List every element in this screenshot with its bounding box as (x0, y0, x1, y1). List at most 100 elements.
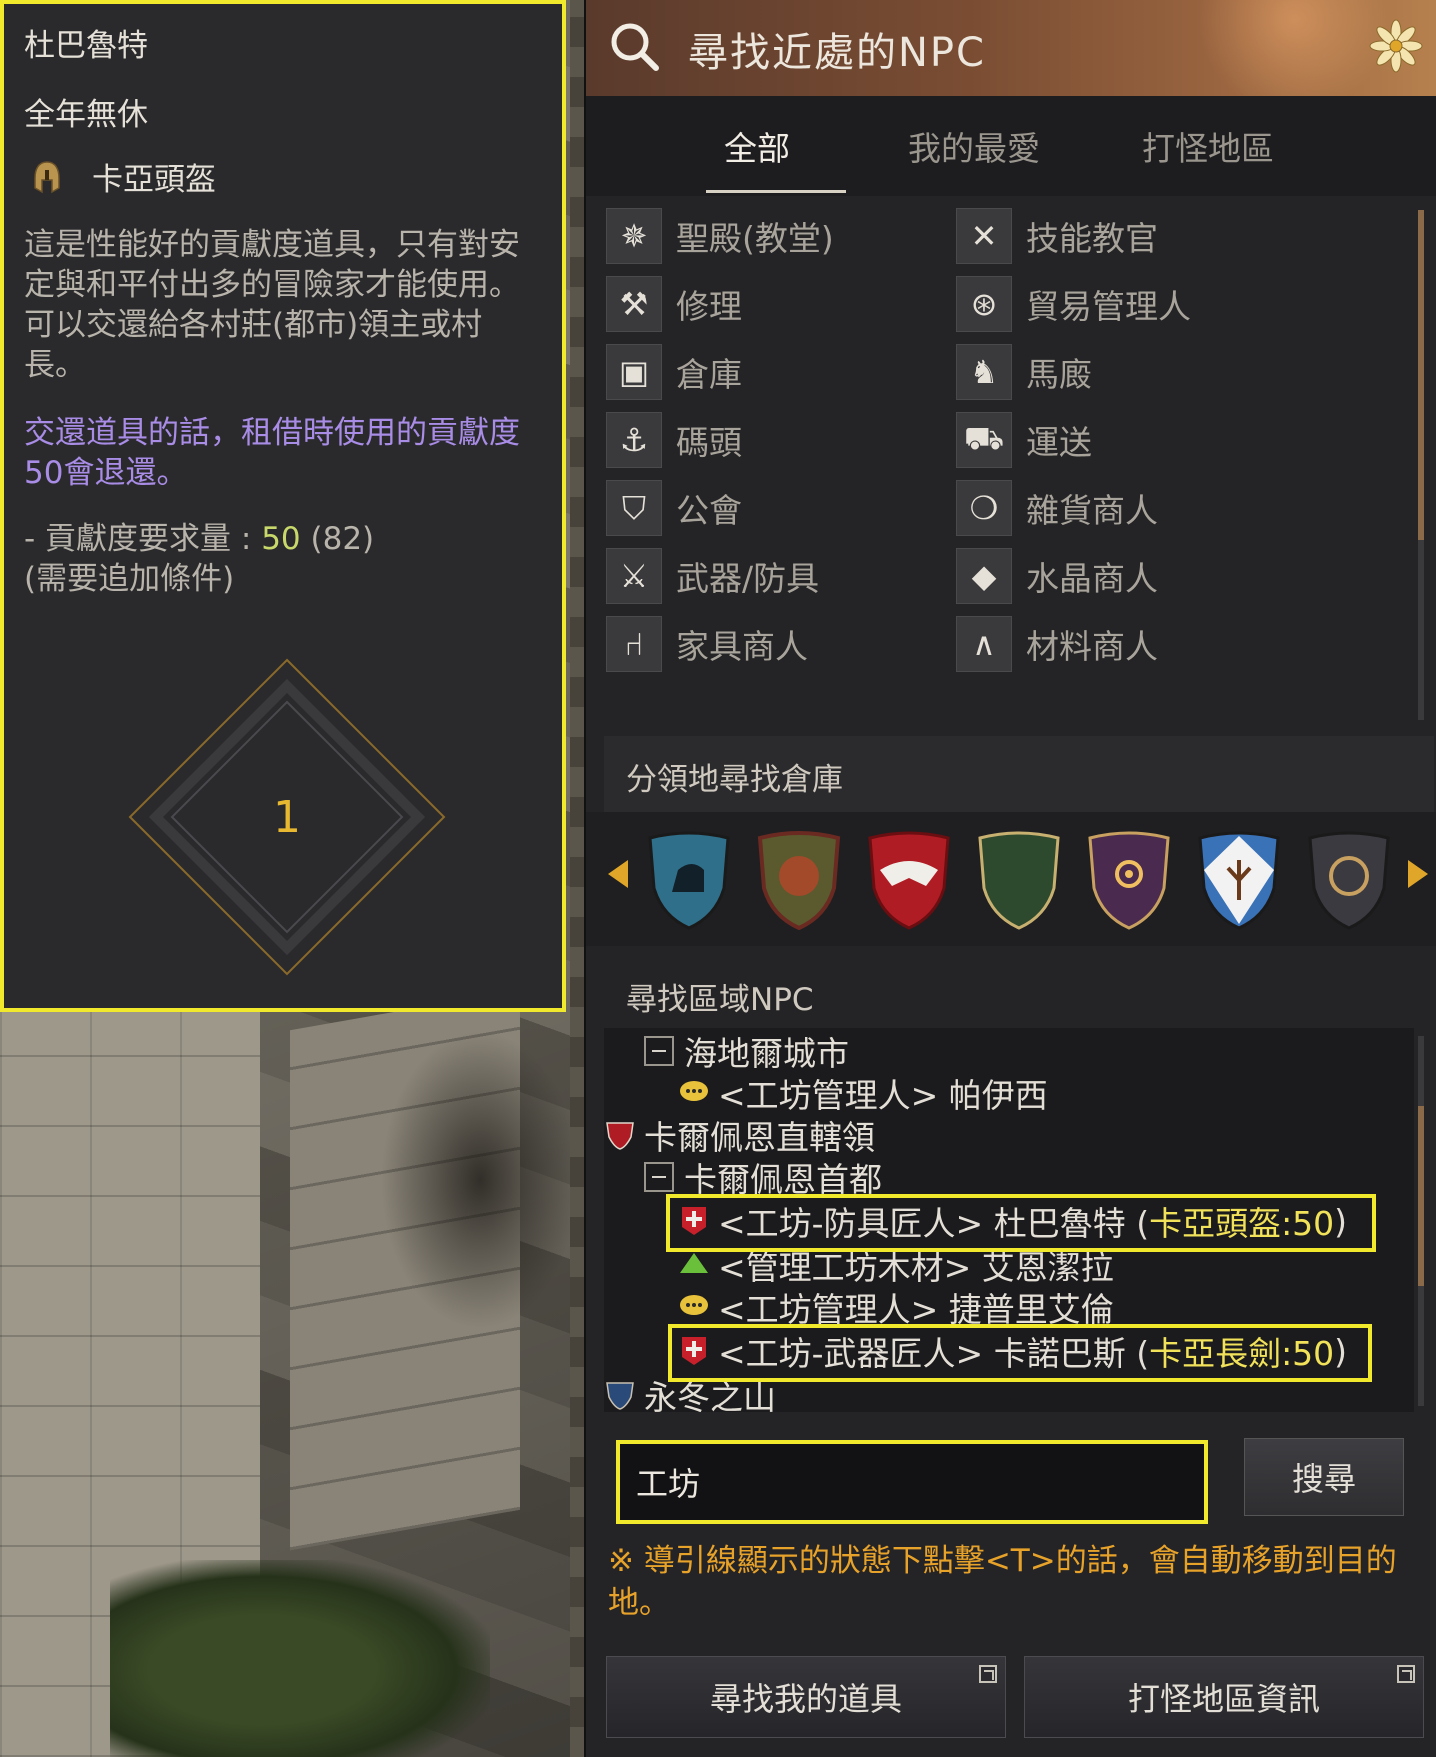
flower-icon[interactable] (1368, 18, 1424, 74)
search-input[interactable] (620, 1444, 1204, 1520)
category-stable[interactable]: ♞ 馬廄 (956, 342, 1092, 402)
guide-hint: ※ 導引線顯示的狀態下點擊<T>的話，會自動移動到目的地。 (608, 1543, 1397, 1621)
category-label: 倉庫 (676, 355, 742, 394)
tree-label: 海地爾城市 (684, 1034, 849, 1073)
popout-icon (1397, 1665, 1415, 1683)
category-label: 技能教官 (1026, 219, 1158, 258)
category-general-goods[interactable]: ❍ 雜貨商人 (956, 478, 1158, 538)
material-icon: ∧ (956, 616, 1012, 672)
window-title: 尋找近處的NPC (688, 30, 986, 76)
blue-shield-icon (606, 1382, 634, 1410)
category-skill-instructor[interactable]: ✕ 技能教官 (956, 206, 1158, 266)
region-shield-icon (606, 1122, 634, 1150)
arrow-right-icon[interactable] (1408, 860, 1428, 888)
tree-label: 卡爾佩恩直轄領 (644, 1118, 875, 1157)
collapse-icon[interactable] (644, 1162, 674, 1192)
category-transport[interactable]: ⛟ 運送 (956, 410, 1092, 470)
category-furniture[interactable]: ⑁ 家具商人 (606, 614, 808, 674)
tree-scrollbar[interactable] (1418, 1036, 1424, 1406)
npc-schedule: 全年無休 (24, 97, 148, 133)
scroll-thumb[interactable] (1418, 1106, 1424, 1286)
eye-shield-icon[interactable] (1086, 830, 1172, 930)
search-button[interactable]: 搜尋 (1244, 1438, 1404, 1516)
active-tab-indicator (706, 190, 846, 193)
item-count-diamond: 1 (126, 656, 448, 978)
chair-icon: ⑁ (606, 616, 662, 672)
finder-header: 尋找近處的NPC (586, 0, 1436, 96)
scroll-thumb[interactable] (1418, 210, 1424, 540)
knot-shield-icon[interactable] (1306, 830, 1392, 930)
horse-icon: ♞ (956, 344, 1012, 400)
tab-bar: 全部 我的最愛 打怪地區 (586, 96, 1436, 196)
tab-favorites[interactable]: 我的最愛 (908, 122, 1040, 170)
category-label: 運送 (1026, 423, 1092, 462)
tree-group-heidel[interactable]: 海地爾城市 (644, 1030, 849, 1073)
highlight-box (668, 1324, 1372, 1382)
popout-icon (979, 1665, 997, 1683)
category-material[interactable]: ∧ 材料商人 (956, 614, 1158, 674)
requirement: - 貢獻度要求量 : 50 (82) (需要追加條件) (24, 519, 542, 599)
category-guild[interactable]: ⛉ 公會 (606, 478, 742, 538)
item-name: 卡亞頭盔 (92, 162, 216, 198)
category-label: 公會 (676, 491, 742, 530)
category-label: 馬廄 (1026, 355, 1092, 394)
category-label: 材料商人 (1026, 627, 1158, 666)
category-crystal-merchant[interactable]: ◆ 水晶商人 (956, 546, 1158, 606)
category-label: 修理 (676, 287, 742, 326)
helmet-icon (34, 160, 60, 193)
tree-region-calpheon[interactable]: 卡爾佩恩直轄領 (604, 1114, 875, 1157)
category-label: 碼頭 (676, 423, 742, 462)
search-icon (611, 23, 659, 71)
highlight-box (666, 1194, 1376, 1252)
category-label: 貿易管理人 (1026, 287, 1191, 326)
item-description: 這是性能好的貢獻度道具，只有對安定與和平付出多的冒險家才能使用。可以交還給各村莊… (24, 227, 520, 383)
eagle-shield-icon[interactable] (866, 830, 952, 930)
category-label: 武器/防具 (676, 559, 820, 598)
category-storage[interactable]: ▣ 倉庫 (606, 342, 742, 402)
npc-finder-window: 尋找近處的NPC 全部 我的最愛 打怪地區 ✵ 聖殿(教堂) ✕ 技能教官 ⚒ … (584, 0, 1436, 1757)
button-label: 尋找我的道具 (709, 1680, 902, 1718)
category-repair[interactable]: ⚒ 修理 (606, 274, 742, 334)
lion-shield-icon[interactable] (756, 830, 842, 930)
collapse-icon[interactable] (644, 1036, 674, 1066)
category-temple[interactable]: ✵ 聖殿(教堂) (606, 206, 834, 266)
tree-icon (680, 1253, 708, 1273)
wagon-icon: ⛟ (956, 412, 1012, 468)
guild-crest-icon: ⛉ (606, 480, 662, 536)
category-wharf[interactable]: ⚓ 碼頭 (606, 410, 742, 470)
tree-shadow (380, 1030, 580, 1330)
requirement-value: 50 (261, 521, 301, 557)
anvil-icon: ⚒ (606, 276, 662, 332)
category-weapon-armor[interactable]: ⚔ 武器/防具 (606, 546, 819, 606)
item-row: 卡亞頭盔 (24, 154, 542, 199)
category-trade-manager[interactable]: ⊛ 貿易管理人 (956, 274, 1191, 334)
category-scrollbar[interactable] (1418, 210, 1424, 720)
crystal-icon: ◆ (956, 548, 1012, 604)
territory-emblem-row (586, 812, 1436, 946)
region-section-title: 尋找區域NPC (626, 982, 814, 1018)
button-label: 打怪地區資訊 (1127, 1680, 1320, 1718)
tree-npc-paisy[interactable]: <工坊管理人> 帕伊西 (678, 1072, 1048, 1115)
find-my-items-button[interactable]: 尋找我的道具 (606, 1656, 1006, 1738)
chest-icon: ▣ (606, 344, 662, 400)
tree-npc-jeprialen[interactable]: <工坊管理人> 捷普里艾倫 (678, 1286, 1114, 1329)
tab-hunting-areas[interactable]: 打怪地區 (1142, 122, 1274, 170)
npc-search-field[interactable] (616, 1440, 1208, 1524)
chat-bubble-icon (680, 1081, 708, 1101)
arrow-left-icon[interactable] (608, 860, 628, 888)
tree-label: <工坊管理人> 帕伊西 (718, 1076, 1048, 1115)
moon-shield-icon[interactable] (976, 830, 1062, 930)
hunting-area-info-button[interactable]: 打怪地區資訊 (1024, 1656, 1424, 1738)
anchor-icon: ⚓ (606, 412, 662, 468)
tree-group-calpheon-city[interactable]: 卡爾佩恩首都 (644, 1156, 882, 1199)
npc-name: 杜巴魯特 (24, 28, 148, 64)
tree-shield-icon[interactable] (1196, 830, 1282, 930)
wheel-icon: ⊛ (956, 276, 1012, 332)
horse-shield-icon[interactable] (646, 830, 732, 930)
storage-section-title: 分領地尋找倉庫 (626, 762, 843, 798)
category-grid: ✵ 聖殿(教堂) ✕ 技能教官 ⚒ 修理 ⊛ 貿易管理人 ▣ 倉庫 ♞ 馬廄 ⚓… (606, 206, 1386, 736)
crossed-axes-icon: ✕ (956, 208, 1012, 264)
item-count: 1 (273, 791, 301, 843)
category-label: 雜貨商人 (1026, 491, 1158, 530)
tab-all[interactable]: 全部 (724, 122, 790, 170)
